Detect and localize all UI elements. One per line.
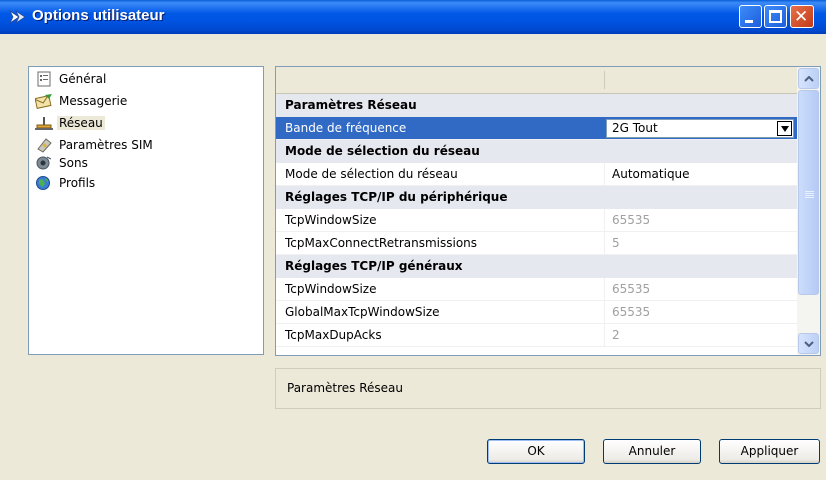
sounds-icon (36, 156, 52, 170)
close-icon: ✕ (794, 7, 809, 27)
tree-item-network[interactable]: Réseau (35, 114, 105, 132)
category-label: Mode de sélection du réseau (285, 144, 480, 158)
network-icon (35, 117, 53, 130)
property-value: 65535 (612, 282, 651, 296)
scroll-down-button[interactable] (798, 333, 819, 354)
property-name: GlobalMaxTcpWindowSize (285, 305, 440, 319)
profiles-icon (36, 176, 50, 190)
description-text: Paramètres Réseau (287, 381, 404, 395)
arrow-app-icon (8, 9, 26, 25)
scroll-thumb[interactable] (798, 90, 819, 295)
category-label: Réglages TCP/IP généraux (285, 259, 463, 273)
scroll-up-button[interactable] (798, 68, 819, 89)
property-row[interactable]: Bande de fréquence 2G Tout (276, 117, 797, 140)
property-name: TcpMaxDupAcks (285, 328, 382, 342)
options-dialog: Options utilisateur ✕ Général Messagerie (0, 0, 826, 480)
tree-item-label: Profils (59, 176, 96, 190)
property-grid[interactable]: Paramètres Réseau Bande de fréquence 2G … (275, 66, 821, 356)
description-panel: Paramètres Réseau (275, 368, 821, 409)
maximize-icon (769, 10, 782, 23)
property-value: 2 (612, 328, 620, 342)
column-separator (604, 301, 605, 324)
grid-rows: Paramètres Réseau Bande de fréquence 2G … (276, 94, 797, 347)
column-separator (604, 163, 605, 186)
tree-item-messaging[interactable]: Messagerie (35, 92, 129, 110)
property-row[interactable]: TcpMaxDupAcks 2 (276, 324, 797, 347)
chevron-down-icon[interactable] (777, 121, 792, 136)
tree-item-sim-settings[interactable]: Paramètres SIM (35, 136, 155, 154)
property-row[interactable]: TcpWindowSize 65535 (276, 209, 797, 232)
tree-item-general[interactable]: Général (35, 70, 108, 88)
minimize-button[interactable] (739, 5, 762, 28)
category-row[interactable]: Réglages TCP/IP du périphérique (276, 186, 797, 209)
tree-item-label: Réseau (57, 116, 105, 130)
messaging-icon (35, 94, 52, 109)
vertical-scrollbar[interactable] (797, 67, 820, 355)
property-name: TcpWindowSize (285, 213, 377, 227)
property-row[interactable]: GlobalMaxTcpWindowSize 65535 (276, 301, 797, 324)
maximize-button[interactable] (764, 5, 787, 28)
tree-item-label: Général (59, 72, 107, 86)
property-row[interactable]: Mode de sélection du réseau Automatique (276, 163, 797, 186)
tree-item-label: Paramètres SIM (59, 138, 153, 152)
column-separator (604, 232, 605, 255)
property-name: TcpWindowSize (285, 282, 377, 296)
column-separator (604, 278, 605, 301)
general-icon (37, 71, 51, 87)
category-tree[interactable]: Général Messagerie Réseau Paramètres SIM… (28, 66, 264, 355)
column-separator (604, 324, 605, 347)
property-name: Mode de sélection du réseau (285, 167, 458, 181)
apply-button[interactable]: Appliquer (719, 439, 820, 464)
grip-icon (805, 191, 814, 192)
close-button[interactable]: ✕ (790, 5, 814, 28)
frequency-band-dropdown[interactable]: 2G Tout (606, 119, 794, 138)
column-separator (604, 209, 605, 232)
tree-item-sounds[interactable]: Sons (35, 154, 90, 172)
tree-item-profiles[interactable]: Profils (35, 174, 97, 192)
category-label: Réglages TCP/IP du périphérique (285, 190, 508, 204)
category-row[interactable]: Paramètres Réseau (276, 94, 797, 117)
property-row[interactable]: TcpMaxConnectRetransmissions 5 (276, 232, 797, 255)
property-name: Bande de fréquence (285, 121, 407, 135)
ok-button[interactable]: OK (487, 439, 585, 464)
cancel-button[interactable]: Annuler (603, 439, 701, 464)
minimize-icon (745, 20, 753, 23)
dropdown-value: 2G Tout (612, 121, 658, 135)
chevron-up-icon (804, 76, 814, 82)
property-row[interactable]: TcpWindowSize 65535 (276, 278, 797, 301)
tree-item-label: Sons (59, 156, 88, 170)
grid-header (276, 67, 797, 94)
sim-settings-icon (37, 138, 52, 153)
category-row[interactable]: Mode de sélection du réseau (276, 140, 797, 163)
category-label: Paramètres Réseau (285, 98, 417, 112)
property-value[interactable]: Automatique (612, 163, 690, 186)
tree-item-label: Messagerie (59, 94, 128, 108)
property-value: 65535 (612, 213, 651, 227)
window-title: Options utilisateur (32, 7, 165, 24)
title-bar[interactable]: Options utilisateur ✕ (0, 0, 826, 34)
property-name: TcpMaxConnectRetransmissions (285, 236, 478, 250)
category-row[interactable]: Réglages TCP/IP généraux (276, 255, 797, 278)
chevron-down-icon (804, 341, 814, 347)
header-separator (604, 71, 605, 89)
property-value: 5 (612, 236, 620, 250)
property-value: 65535 (612, 305, 651, 319)
